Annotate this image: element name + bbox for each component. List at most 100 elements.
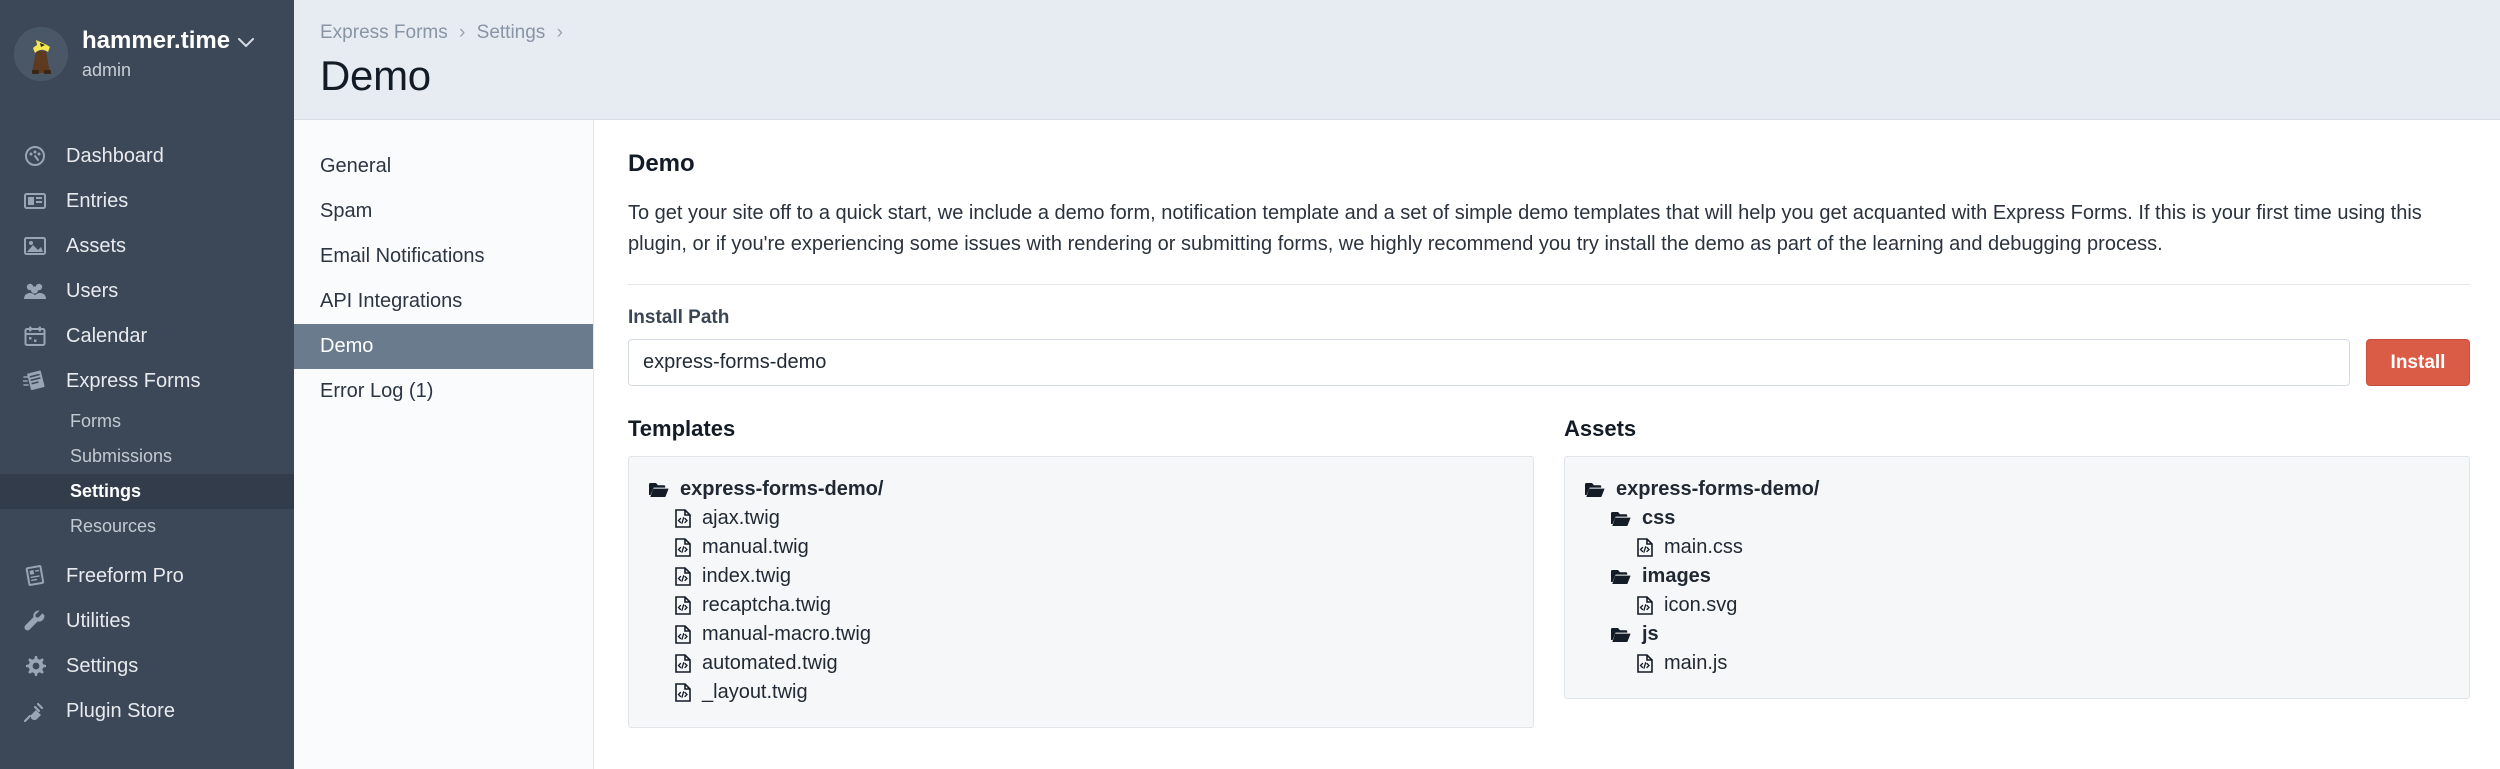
express-forms-icon <box>18 370 52 392</box>
tree-file[interactable]: main.css <box>1585 533 2449 562</box>
assets-column: Assets express-forms-demo/ css main.css … <box>1564 416 2470 728</box>
templates-column: Templates express-forms-demo/ ajax.twig … <box>628 416 1534 728</box>
code-file-icon <box>675 654 691 673</box>
section-description: To get your site off to a quick start, w… <box>628 202 2422 255</box>
account-name: hammer.time <box>82 27 231 54</box>
page-title: Demo <box>320 52 431 99</box>
code-file-icon <box>675 509 691 528</box>
tree-label: main.css <box>1664 536 1743 558</box>
subnav-item-spam[interactable]: Spam <box>294 189 593 234</box>
sidebar-item-label: Plugin Store <box>66 699 175 722</box>
demo-settings-panel: Demo To get your site off to a quick sta… <box>594 120 2500 769</box>
breadcrumb-item-express-forms[interactable]: Express Forms <box>320 22 448 43</box>
sidebar-item-dashboard[interactable]: Dashboard <box>0 134 294 179</box>
folder-open-icon <box>1611 627 1631 643</box>
sidebar-item-express-forms[interactable]: Express Forms <box>0 359 294 404</box>
code-file-icon <box>1637 538 1653 557</box>
assets-image-icon <box>18 236 52 256</box>
tree-file[interactable]: _layout.twig <box>649 678 1513 707</box>
section-title: Demo <box>628 150 695 177</box>
subnav-item-label: Email Notifications <box>320 245 485 267</box>
folder-open-icon <box>1585 482 1605 498</box>
sidebar-subitem-label: Settings <box>70 480 142 501</box>
tree-file[interactable]: main.js <box>1585 649 2449 678</box>
sidebar-item-assets[interactable]: Assets <box>0 224 294 269</box>
tree-label: manual.twig <box>702 536 809 558</box>
tree-file[interactable]: index.twig <box>649 562 1513 591</box>
tree-file[interactable]: manual-macro.twig <box>649 620 1513 649</box>
tree-folder[interactable]: css <box>1585 504 2449 533</box>
install-path-input[interactable] <box>628 339 2350 386</box>
freeform-pro-icon <box>18 565 52 587</box>
main-region: Express Forms › Settings › Demo General … <box>294 0 2500 769</box>
subnav-item-general[interactable]: General <box>294 144 593 189</box>
subnav-item-demo[interactable]: Demo <box>294 324 593 369</box>
sidebar-item-freeform-pro[interactable]: Freeform Pro <box>0 554 294 599</box>
sidebar-item-label: Settings <box>66 654 139 677</box>
account-role: admin <box>82 60 132 80</box>
sidebar-item-label: Utilities <box>66 609 131 632</box>
sidebar-item-label: Entries <box>66 189 129 212</box>
breadcrumb-separator: › <box>459 22 466 43</box>
sidebar-nav: Dashboard Entries Assets Users Calendar … <box>0 134 294 734</box>
sidebar-item-label: Calendar <box>66 324 148 347</box>
tree-file[interactable]: manual.twig <box>649 533 1513 562</box>
plug-icon <box>18 700 52 722</box>
account-name-row: hammer.time <box>82 26 255 56</box>
code-file-icon <box>675 625 691 644</box>
tree-folder-root: express-forms-demo/ <box>649 475 1513 504</box>
calendar-icon <box>18 326 52 347</box>
install-button[interactable]: Install <box>2366 339 2470 386</box>
sidebar-item-calendar[interactable]: Calendar <box>0 314 294 359</box>
tree-label: express-forms-demo/ <box>1616 478 1820 500</box>
sidebar-item-settings[interactable]: Settings <box>0 644 294 689</box>
breadcrumb-item-settings[interactable]: Settings <box>477 22 546 43</box>
subnav-item-email-notifications[interactable]: Email Notifications <box>294 234 593 279</box>
sidebar-item-plugin-store[interactable]: Plugin Store <box>0 689 294 734</box>
tree-label: js <box>1642 623 1659 645</box>
sidebar-item-users[interactable]: Users <box>0 269 294 314</box>
tree-folder[interactable]: images <box>1585 562 2449 591</box>
subnav-item-label: Demo <box>320 335 374 357</box>
sidebar-item-utilities[interactable]: Utilities <box>0 599 294 644</box>
sidebar-subitem-label: Forms <box>70 410 121 431</box>
account-switcher[interactable]: hammer.time admin <box>0 26 294 82</box>
tree-file[interactable]: ajax.twig <box>649 504 1513 533</box>
sidebar-subitem-settings[interactable]: Settings <box>0 473 294 509</box>
subnav-item-api-integrations[interactable]: API Integrations <box>294 279 593 324</box>
code-file-icon <box>675 683 691 702</box>
sidebar-subitem-resources[interactable]: Resources <box>0 509 294 544</box>
tree-file[interactable]: recaptcha.twig <box>649 591 1513 620</box>
folder-open-icon <box>1611 511 1631 527</box>
tree-label: main.js <box>1664 652 1728 674</box>
sidebar-subitem-forms[interactable]: Forms <box>0 404 294 439</box>
folder-open-icon <box>649 482 669 498</box>
sidebar-subitem-submissions[interactable]: Submissions <box>0 439 294 474</box>
sidebar-item-entries[interactable]: Entries <box>0 179 294 224</box>
tree-folder[interactable]: js <box>1585 620 2449 649</box>
tree-folder-root: express-forms-demo/ <box>1585 475 2449 504</box>
tree-file[interactable]: icon.svg <box>1585 591 2449 620</box>
wrench-icon <box>18 610 52 632</box>
assets-tree: express-forms-demo/ css main.css images … <box>1564 456 2470 699</box>
sidebar-item-label: Assets <box>66 234 127 257</box>
subnav-item-label: API Integrations <box>320 290 463 312</box>
folder-open-icon <box>1611 569 1631 585</box>
chevron-down-icon[interactable] <box>238 26 255 56</box>
install-row: Install <box>628 339 2470 386</box>
users-icon <box>18 281 52 301</box>
sidebar-subitem-label: Submissions <box>70 445 173 466</box>
subnav-item-label: General <box>320 155 392 177</box>
tree-label: index.twig <box>702 565 791 587</box>
sidebar-item-label: Dashboard <box>66 144 164 167</box>
divider <box>628 284 2470 285</box>
tree-label: css <box>1642 507 1676 529</box>
subnav-item-error-log[interactable]: Error Log (1) <box>294 369 593 414</box>
app-root: hammer.time admin Dashboard Entries Asse… <box>0 0 2500 769</box>
code-file-icon <box>1637 596 1653 615</box>
tree-file[interactable]: automated.twig <box>649 649 1513 678</box>
gear-icon <box>18 655 52 677</box>
sidebar-item-label: Users <box>66 279 119 302</box>
settings-subnav: General Spam Email Notifications API Int… <box>294 120 594 769</box>
file-trees: Templates express-forms-demo/ ajax.twig … <box>628 416 2470 728</box>
